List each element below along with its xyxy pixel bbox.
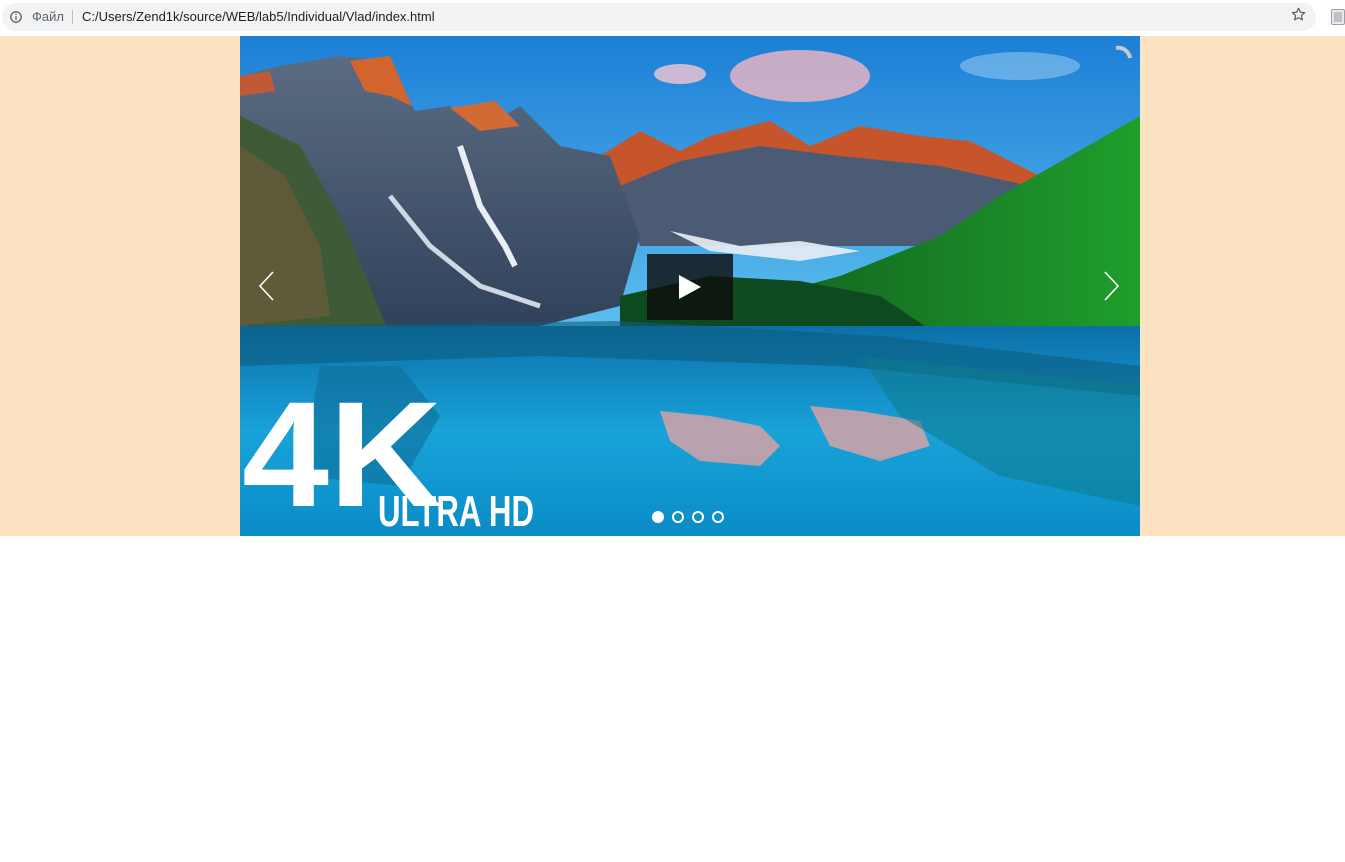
chevron-right-icon[interactable]	[1102, 266, 1122, 306]
address-bar: Файл C:/Users/Zend1k/source/WEB/lab5/Ind…	[0, 0, 1345, 36]
pagination-dot[interactable]	[692, 511, 704, 523]
url-text[interactable]: C:/Users/Zend1k/source/WEB/lab5/Individu…	[82, 9, 435, 25]
play-icon	[679, 275, 701, 299]
pagination-dot[interactable]	[672, 511, 684, 523]
star-icon[interactable]	[1290, 6, 1307, 23]
chevron-left-icon[interactable]	[256, 266, 276, 306]
omnibox-divider	[72, 10, 73, 24]
pagination-dot[interactable]	[652, 511, 664, 523]
extension-icon[interactable]	[1331, 9, 1345, 25]
badge-sub-text: ULTRA HD	[378, 487, 534, 536]
info-icon[interactable]	[10, 11, 22, 23]
omnibox[interactable]: Файл C:/Users/Zend1k/source/WEB/lab5/Ind…	[2, 3, 1316, 31]
4k-badge: 4K ULTRA HD	[242, 376, 534, 536]
play-button[interactable]	[647, 254, 733, 320]
spinner-icon	[1115, 45, 1132, 59]
scheme-label: Файл	[32, 9, 64, 24]
video-player[interactable]: 4K ULTRA HD	[240, 36, 1140, 536]
pagination-dot[interactable]	[712, 511, 724, 523]
